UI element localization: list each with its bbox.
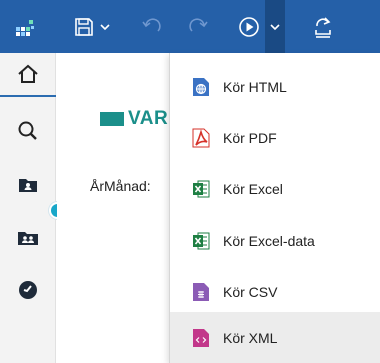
menu-item-run-xml[interactable]: Kör XML: [170, 312, 380, 363]
redo-icon[interactable]: [186, 0, 212, 53]
left-rail: [0, 53, 56, 363]
search-icon: [18, 121, 37, 140]
logo-text: VAR: [128, 108, 169, 129]
menu-item-run-html[interactable]: Kör HTML: [170, 61, 380, 112]
run-menu-chevron-down-icon[interactable]: [265, 0, 285, 53]
save-icon[interactable]: [72, 0, 96, 53]
xml-icon: [193, 328, 209, 347]
home-icon: [18, 64, 38, 83]
report-logo: VAR: [100, 108, 169, 129]
logo-mark: [100, 112, 124, 126]
toolbar: [0, 0, 380, 53]
month-prompt-label: ÅrMånad:: [90, 178, 151, 194]
pdf-icon: [192, 128, 210, 147]
csv-icon: [193, 282, 209, 301]
folder-people-icon: [18, 232, 38, 245]
menu-item-label: Kör Excel-data: [223, 232, 315, 249]
share-icon[interactable]: [310, 0, 336, 53]
rail-item-search[interactable]: [0, 109, 56, 153]
menu-item-run-pdf[interactable]: Kör PDF: [170, 112, 380, 163]
menu-item-run-excel-data[interactable]: Kör Excel-data: [170, 215, 380, 266]
menu-item-label: Kör PDF: [223, 129, 277, 146]
rail-item-recent[interactable]: [0, 268, 56, 312]
clock-icon: [19, 281, 37, 299]
rail-item-shared-content[interactable]: [0, 216, 56, 260]
menu-item-run-excel[interactable]: Kör Excel: [170, 163, 380, 214]
app-grid-icon[interactable]: [12, 0, 38, 53]
menu-item-label: Kör HTML: [223, 78, 287, 95]
menu-item-run-csv[interactable]: Kör CSV: [170, 266, 380, 317]
menu-item-label: Kör Excel: [223, 180, 283, 197]
menu-item-label: Kör XML: [223, 329, 278, 346]
rail-item-home[interactable]: [0, 53, 56, 97]
run-icon[interactable]: [236, 0, 262, 53]
rail-item-team-content[interactable]: [0, 163, 56, 207]
excel-data-icon: [193, 232, 210, 249]
excel-icon: [193, 180, 210, 197]
undo-icon[interactable]: [138, 0, 164, 53]
run-menu: Kör HTML Kör PDF Kör Excel Kör Excel-dat…: [169, 53, 380, 363]
globe-icon: [193, 77, 209, 96]
save-menu-chevron-down-icon[interactable]: [98, 0, 112, 53]
folder-person-icon: [19, 179, 37, 192]
menu-item-label: Kör CSV: [223, 283, 278, 300]
